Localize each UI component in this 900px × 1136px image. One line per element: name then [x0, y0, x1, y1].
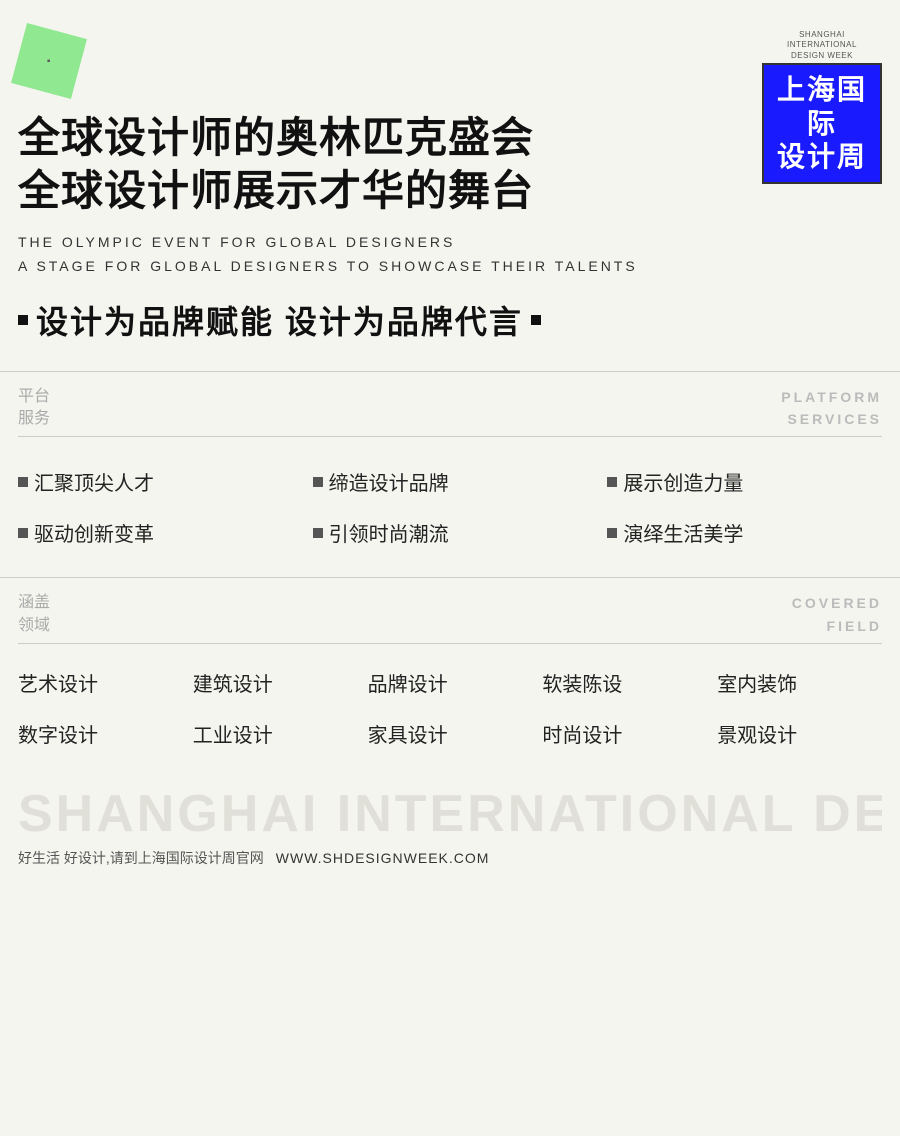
- service-bullet-icon: [18, 528, 28, 538]
- covered-label-zh: 涵盖 领域: [18, 592, 50, 637]
- service-text: 驱动创新变革: [34, 518, 154, 547]
- list-item: 展示创造力量: [607, 467, 882, 496]
- main-headline-zh: 全球设计师的奥林匹克盛会 全球设计师展示才华的舞台: [18, 112, 882, 217]
- list-item: 驱动创新变革: [18, 518, 293, 547]
- platform-label-en: PLATFORM SERVICES: [781, 386, 882, 431]
- badge-small-text: SHANGHAI INTERNATIONAL DESIGN WEEK: [762, 30, 882, 61]
- list-item: 景观设计: [717, 719, 882, 748]
- service-bullet-icon: [313, 528, 323, 538]
- platform-label-zh: 平台 服务: [18, 386, 50, 431]
- platform-services-divider: 平台 服务 PLATFORM SERVICES: [0, 371, 900, 437]
- service-text: 引领时尚潮流: [329, 518, 449, 547]
- footer-text-zh: 好生活 好设计,请到上海国际设计周官网: [18, 848, 264, 868]
- list-item: 演绎生活美学: [607, 518, 882, 547]
- list-item: 引领时尚潮流: [313, 518, 588, 547]
- list-item: 室内装饰: [717, 668, 882, 697]
- footer-section: 好生活 好设计,请到上海国际设计周官网 WWW.SHDESIGNWEEK.COM: [0, 840, 900, 888]
- badge-blue: 上海国际 设计周: [762, 63, 882, 184]
- green-diamond-decoration: [11, 23, 87, 99]
- service-bullet-icon: [607, 477, 617, 487]
- service-bullet-icon: [313, 477, 323, 487]
- service-text: 展示创造力量: [623, 467, 743, 496]
- sub-headline: 设计为品牌赋能 设计为品牌代言: [18, 297, 882, 343]
- bullet-left: [18, 315, 28, 325]
- top-section: SHANGHAI INTERNATIONAL DESIGN WEEK 上海国际 …: [0, 0, 900, 353]
- list-item: 家具设计: [368, 719, 533, 748]
- sub-headline-text: 设计为品牌赋能 设计为品牌代言: [36, 297, 523, 343]
- watermark-section: SHANGHAI INTERNATIONAL DESIGN WEEK: [0, 768, 900, 840]
- list-item: 缔造设计品牌: [313, 467, 588, 496]
- services-grid: 汇聚顶尖人才 缔造设计品牌 展示创造力量 驱动创新变革 引领时尚潮流 演绎生活美…: [0, 437, 900, 567]
- list-item: 数字设计: [18, 719, 183, 748]
- page-wrapper: SHANGHAI INTERNATIONAL DESIGN WEEK 上海国际 …: [0, 0, 900, 1136]
- fields-grid: 艺术设计 建筑设计 品牌设计 软装陈设 室内装饰 数字设计 工业设计 家具设计 …: [0, 644, 900, 768]
- badge-container: SHANGHAI INTERNATIONAL DESIGN WEEK 上海国际 …: [762, 30, 882, 184]
- service-text: 汇聚顶尖人才: [34, 467, 154, 496]
- watermark-text: SHANGHAI INTERNATIONAL DESIGN WEEK: [18, 788, 882, 840]
- list-item: 艺术设计: [18, 668, 183, 697]
- service-bullet-icon: [18, 477, 28, 487]
- list-item: 时尚设计: [542, 719, 707, 748]
- list-item: 汇聚顶尖人才: [18, 467, 293, 496]
- covered-field-divider: 涵盖 领域 COVERED FIELD: [0, 577, 900, 643]
- main-headline-en: THE OLYMPIC EVENT FOR GLOBAL DESIGNERS A…: [18, 231, 882, 279]
- covered-label-en: COVERED FIELD: [792, 592, 882, 637]
- service-text: 演绎生活美学: [623, 518, 743, 547]
- service-text: 缔造设计品牌: [329, 467, 449, 496]
- list-item: 品牌设计: [368, 668, 533, 697]
- footer-text-en: WWW.SHDESIGNWEEK.COM: [276, 850, 490, 866]
- service-bullet-icon: [607, 528, 617, 538]
- list-item: 软装陈设: [542, 668, 707, 697]
- list-item: 建筑设计: [193, 668, 358, 697]
- list-item: 工业设计: [193, 719, 358, 748]
- bullet-right: [531, 315, 541, 325]
